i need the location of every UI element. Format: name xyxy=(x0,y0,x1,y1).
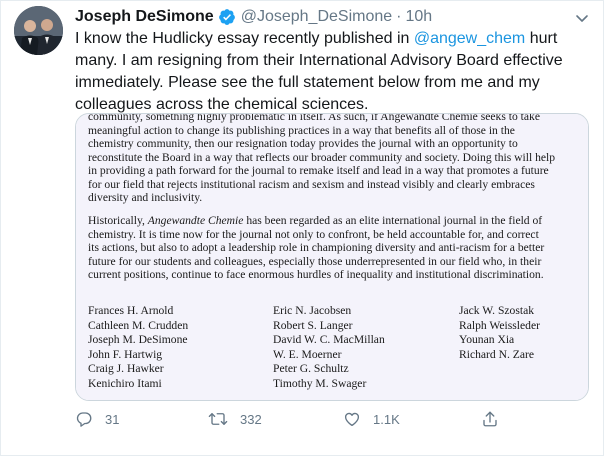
statement-text: Historically, xyxy=(88,214,148,227)
author-name[interactable]: Joseph DeSimone xyxy=(75,8,214,26)
heart-icon xyxy=(343,410,361,428)
statement-line: chemistry community, then our resignatio… xyxy=(88,137,518,150)
signatory-name: Cathleen M. Crudden xyxy=(88,318,189,332)
statement-paragraph-2: Historically, Angewandte Chemie has been… xyxy=(88,214,576,282)
statement-line: reconstitute the Board in a way that ref… xyxy=(88,150,556,164)
share-icon xyxy=(481,410,499,428)
signatory-name: Timothy M. Swager xyxy=(273,376,367,390)
signatory-name: Jack W. Szostak xyxy=(459,304,535,317)
reply-button[interactable]: 31 xyxy=(75,410,119,428)
statement-line: Historically, Angewandte Chemie has been… xyxy=(88,214,576,228)
signatory-name: Kenichiro Itami xyxy=(88,376,162,390)
signatory-name: David W. C. MacMillan xyxy=(273,333,385,347)
reply-icon xyxy=(75,410,93,428)
tweet-actions: 31 332 1.1K xyxy=(75,410,595,432)
tweet-timestamp[interactable]: 10h xyxy=(405,8,432,26)
signatory-name: Eric N. Jacobsen xyxy=(273,304,352,317)
signatories-column-2: Eric N. Jacobsen Robert S. Langer David … xyxy=(273,304,385,392)
verified-badge-icon xyxy=(218,8,236,26)
statement-image[interactable]: community, something highly problematic … xyxy=(75,113,589,401)
statement-line: in providing a path forward for the jour… xyxy=(88,164,549,177)
retweet-button[interactable]: 332 xyxy=(208,410,262,428)
tweet-text: I know the Hudlicky essay recently publi… xyxy=(75,28,595,116)
statement-line: community, something highly problematic … xyxy=(88,113,540,123)
statement-document: community, something highly problematic … xyxy=(76,113,588,400)
statement-line: chemistry. It is time now for the journa… xyxy=(88,227,539,241)
signatory-name: Joseph M. DeSimone xyxy=(88,333,188,347)
chevron-down-icon[interactable] xyxy=(574,10,590,26)
signatories-column-3: Jack W. Szostak Ralph Weissleder Younan … xyxy=(459,304,540,362)
signatory-name: Ralph Weissleder xyxy=(459,318,540,332)
statement-line: for our field that rejects institutional… xyxy=(88,177,535,191)
retweet-icon xyxy=(208,410,228,428)
mention-link[interactable]: @angew_chem xyxy=(414,30,525,47)
tweet-header: Joseph DeSimone @Joseph_DeSimone · 10h xyxy=(75,6,432,28)
share-button[interactable] xyxy=(481,410,499,428)
statement-line: current positions, continue to face enor… xyxy=(88,268,544,281)
signatory-name: Peter G. Schultz xyxy=(273,362,349,376)
statement-paragraph-1: community, something highly problematic … xyxy=(88,113,576,205)
signatory-name: Younan Xia xyxy=(459,333,515,347)
author-handle[interactable]: @Joseph_DeSimone xyxy=(241,8,392,26)
signatory-name: John F. Hartwig xyxy=(88,347,163,361)
tweet-text-part: I know the Hudlicky essay recently publi… xyxy=(75,30,414,47)
like-count: 1.1K xyxy=(373,411,400,427)
statement-line: diversity and inclusivity. xyxy=(88,191,203,204)
signatory-name: Robert S. Langer xyxy=(273,318,353,332)
statement-text: has been regarded as an elite internatio… xyxy=(243,214,543,227)
signatories-column-1: Frances H. Arnold Cathleen M. Crudden Jo… xyxy=(88,304,188,392)
retweet-count: 332 xyxy=(240,411,262,427)
reply-count: 31 xyxy=(105,411,120,427)
signatory-name: Craig J. Hawker xyxy=(88,362,164,376)
journal-name: Angewandte Chemie xyxy=(147,214,244,227)
separator-dot: · xyxy=(396,8,402,25)
signatory-name: W. E. Moerner xyxy=(273,347,342,361)
statement-line: future for our students and colleagues, … xyxy=(88,254,542,268)
statement-line: meaningful action to change its publishi… xyxy=(88,123,515,137)
signatory-name: Richard N. Zare xyxy=(459,347,535,361)
avatar[interactable] xyxy=(14,6,63,55)
statement-line: its actions, but also to adopt a leaders… xyxy=(88,241,545,254)
like-button[interactable]: 1.1K xyxy=(343,410,400,428)
signatory-name: Frances H. Arnold xyxy=(88,304,174,317)
